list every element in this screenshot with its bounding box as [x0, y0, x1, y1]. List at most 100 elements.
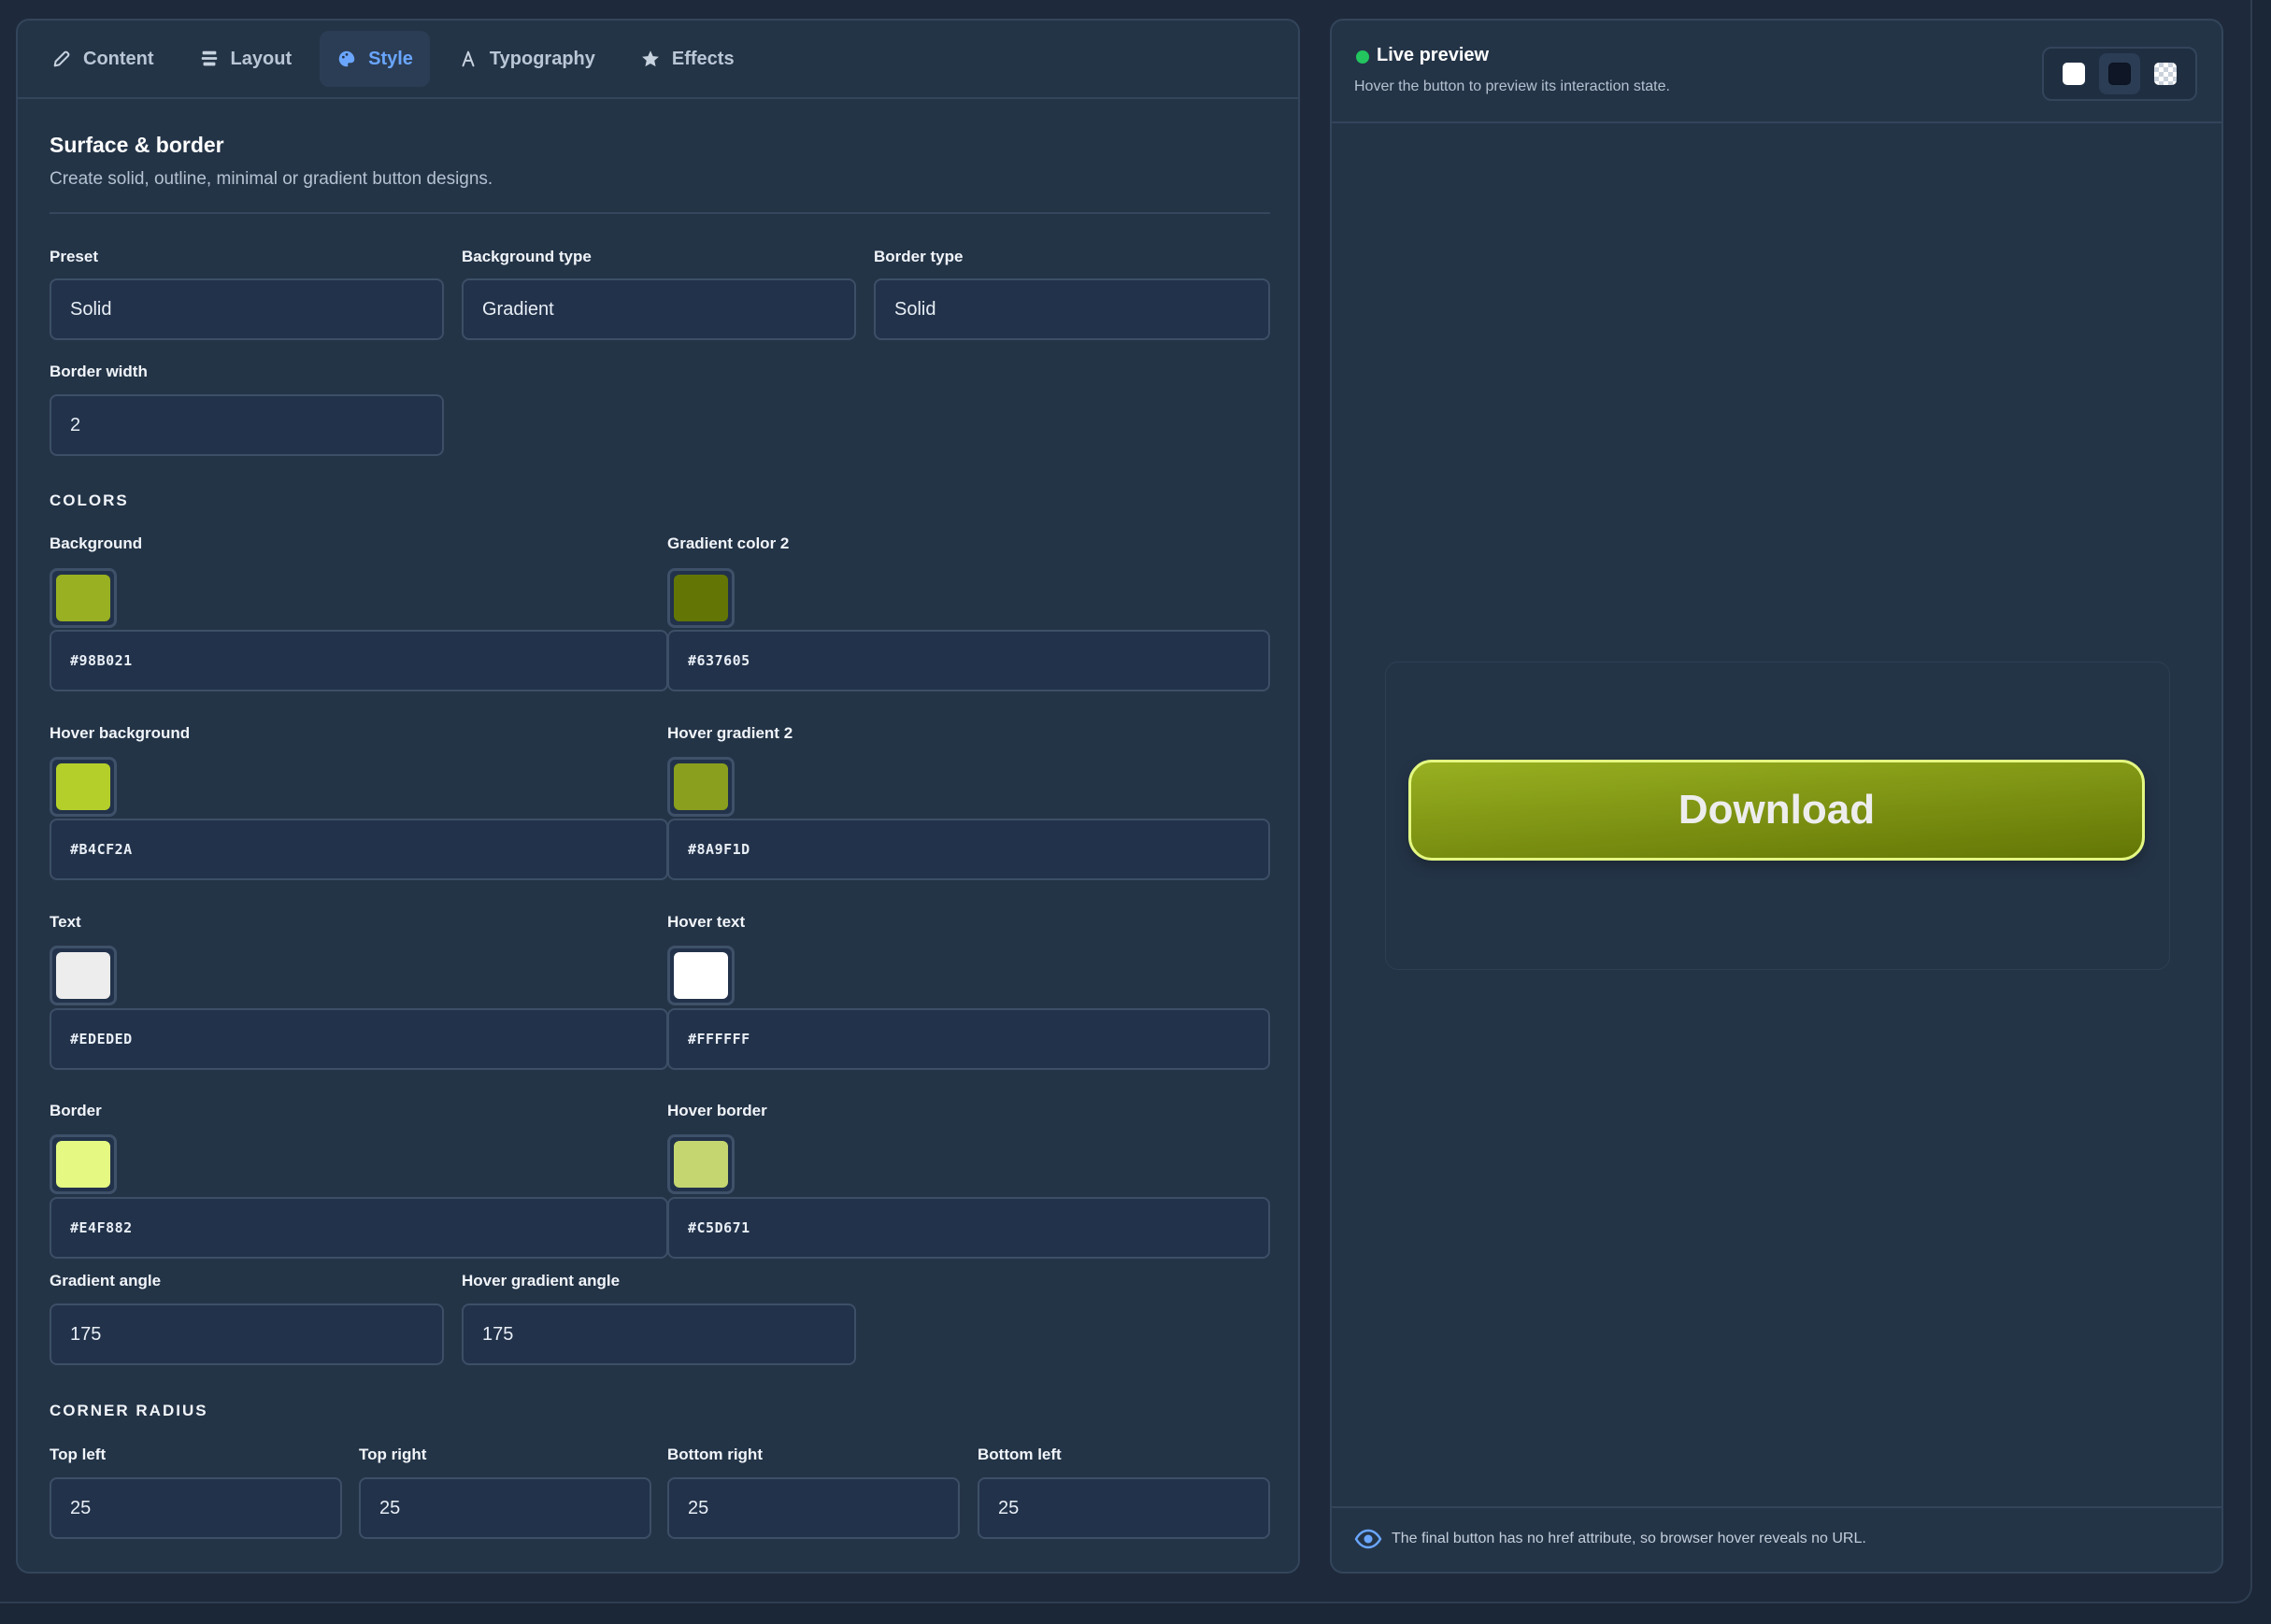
hover-gradient-angle-label: Hover gradient angle: [462, 1272, 621, 1289]
dark-square-icon: [2107, 63, 2131, 85]
top-right-radius-label: Top right: [359, 1446, 427, 1463]
tab-typography[interactable]: Typography: [441, 31, 612, 87]
hex-value: #E4F882: [70, 1219, 133, 1236]
hover-background-swatch[interactable]: [50, 757, 117, 817]
color-chip: [56, 952, 110, 999]
top-left-radius-input[interactable]: 25: [50, 1477, 342, 1539]
tab-content[interactable]: Content: [35, 31, 171, 87]
gradient-color-2-input[interactable]: #637605: [667, 630, 1270, 691]
preset-value: Solid: [70, 298, 112, 320]
white-square-icon: [2063, 63, 2086, 85]
preview-stage: Download: [1385, 662, 2170, 970]
preset-select[interactable]: Solid: [50, 278, 444, 340]
border-color-label: Border: [50, 1102, 102, 1119]
hover-text-input[interactable]: #FFFFFF: [667, 1008, 1270, 1070]
gradient-color-2-swatch[interactable]: [667, 568, 735, 628]
border-type-value: Solid: [894, 298, 936, 320]
hex-value: #B4CF2A: [70, 841, 133, 858]
tab-label: Effects: [671, 48, 735, 69]
tab-effects[interactable]: Effects: [623, 31, 751, 87]
preview-title: Live preview: [1377, 45, 1490, 65]
editor-tabs: Content Layout Style Typography Effects: [18, 21, 1298, 99]
color-chip: [674, 763, 728, 810]
border-width-input[interactable]: 2: [50, 394, 444, 456]
color-chip: [674, 952, 728, 999]
section-title: Surface & border: [50, 133, 224, 157]
section-subtitle: Create solid, outline, minimal or gradie…: [50, 169, 493, 189]
radius-value: 25: [688, 1497, 709, 1518]
footer-note: The final button has no href attribute, …: [1392, 1531, 1866, 1546]
tab-label: Style: [368, 48, 413, 69]
border-color-swatch[interactable]: [50, 1134, 117, 1194]
bottom-right-radius-input[interactable]: 25: [667, 1477, 960, 1539]
live-status-dot: [1356, 50, 1369, 64]
hex-value: #EDEDED: [70, 1031, 133, 1047]
top-right-radius-input[interactable]: 25: [359, 1477, 651, 1539]
background-color-swatch[interactable]: [50, 568, 117, 628]
hover-border-swatch[interactable]: [667, 1134, 735, 1194]
hover-border-input[interactable]: #C5D671: [667, 1197, 1270, 1259]
live-preview-panel: Live preview Hover the button to preview…: [1330, 19, 2223, 1574]
radius-value: 25: [70, 1497, 92, 1518]
top-left-radius-label: Top left: [50, 1446, 107, 1463]
border-type-label: Border type: [874, 248, 964, 265]
gradient-angle-label: Gradient angle: [50, 1272, 162, 1289]
download-button-preview[interactable]: Download: [1408, 760, 2145, 861]
preset-label: Preset: [50, 248, 98, 265]
tab-label: Content: [83, 48, 154, 69]
star-icon: [640, 49, 661, 69]
hover-gradient-2-label: Hover gradient 2: [667, 724, 793, 742]
hex-value: #637605: [688, 652, 750, 669]
text-icon: [458, 49, 478, 69]
preview-footer: The final button has no href attribute, …: [1332, 1506, 2221, 1572]
hover-text-swatch[interactable]: [667, 946, 735, 1005]
gradient-angle-input[interactable]: 175: [50, 1303, 444, 1365]
background-color-input[interactable]: #98B021: [50, 630, 668, 691]
section-header: Surface & border Create solid, outline, …: [50, 133, 1270, 190]
bg-white-option[interactable]: [2053, 53, 2094, 94]
angle-value: 175: [482, 1323, 514, 1345]
background-type-label: Background type: [462, 248, 592, 265]
color-chip: [674, 575, 728, 621]
checkerboard-icon: [2153, 63, 2177, 85]
tab-label: Layout: [230, 48, 293, 69]
layout-icon: [199, 49, 220, 69]
colors-heading: COLORS: [50, 491, 129, 509]
hover-gradient-angle-input[interactable]: 175: [462, 1303, 856, 1365]
eye-icon: [1354, 1529, 1382, 1549]
bottom-left-radius-label: Bottom left: [978, 1446, 1062, 1463]
divider: [50, 212, 1270, 214]
text-color-swatch[interactable]: [50, 946, 117, 1005]
bottom-right-radius-label: Bottom right: [667, 1446, 763, 1463]
bg-transparent-option[interactable]: [2145, 53, 2186, 94]
hex-value: #98B021: [70, 652, 133, 669]
hover-gradient-2-input[interactable]: #8A9F1D: [667, 819, 1270, 880]
hex-value: #FFFFFF: [688, 1031, 750, 1047]
hover-gradient-2-swatch[interactable]: [667, 757, 735, 817]
preview-subtitle: Hover the button to preview its interact…: [1354, 78, 1670, 94]
background-type-select[interactable]: Gradient: [462, 278, 856, 340]
hover-background-input[interactable]: #B4CF2A: [50, 819, 668, 880]
hex-value: #C5D671: [688, 1219, 750, 1236]
border-width-value: 2: [70, 414, 81, 435]
corner-radius-heading: CORNER RADIUS: [50, 1402, 208, 1419]
bg-dark-option[interactable]: [2098, 53, 2140, 94]
preview-header: Live preview Hover the button to preview…: [1332, 21, 2221, 123]
radius-value: 25: [379, 1497, 401, 1518]
text-color-label: Text: [50, 913, 81, 931]
text-color-input[interactable]: #EDEDED: [50, 1008, 668, 1070]
tab-style[interactable]: Style: [320, 31, 430, 87]
hover-text-label: Hover text: [667, 913, 746, 931]
pencil-icon: [51, 49, 72, 69]
color-chip: [674, 1141, 728, 1188]
background-color-label: Background: [50, 534, 143, 552]
gradient-color-2-label: Gradient color 2: [667, 534, 790, 552]
border-type-select[interactable]: Solid: [874, 278, 1270, 340]
hover-background-label: Hover background: [50, 724, 191, 742]
border-color-input[interactable]: #E4F882: [50, 1197, 668, 1259]
bottom-left-radius-input[interactable]: 25: [978, 1477, 1270, 1539]
tab-layout[interactable]: Layout: [182, 31, 309, 87]
radius-value: 25: [998, 1497, 1020, 1518]
hover-border-label: Hover border: [667, 1102, 767, 1119]
hex-value: #8A9F1D: [688, 841, 750, 858]
